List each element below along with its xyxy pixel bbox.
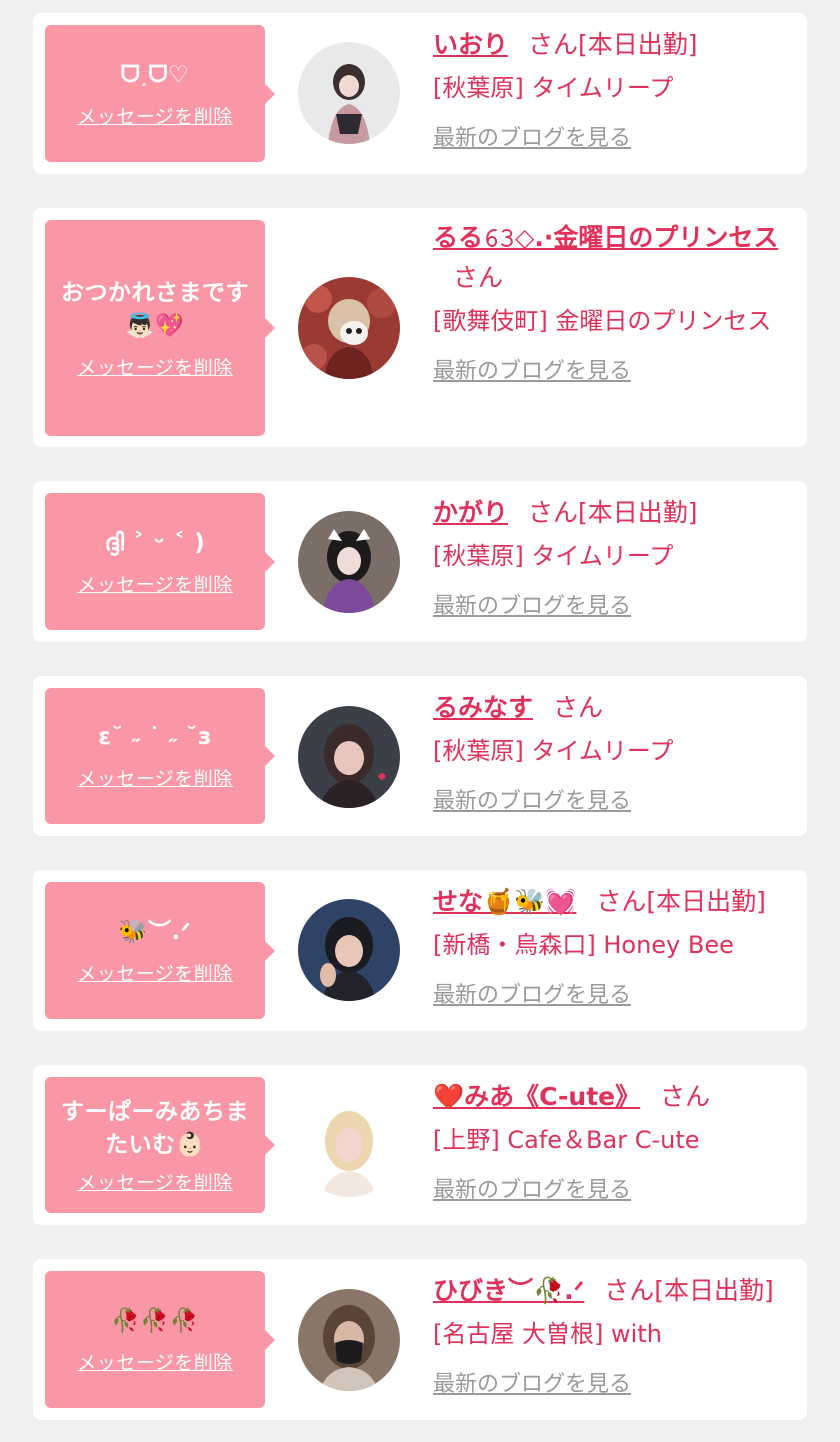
avatar[interactable] — [298, 899, 400, 1001]
message-text: ᗜ˰ᗜ♡ — [120, 61, 190, 88]
cast-name-link[interactable]: かがり — [433, 498, 508, 527]
message-card: ദ്ദി ˃ ᵕ ˂ ) メッセージを削除 かがり さん[本日出勤] [秋葉原] … — [33, 481, 807, 642]
latest-blog-link[interactable]: 最新のブログを見る — [433, 1366, 631, 1398]
message-text: おつかれさまです👼🏻💖 — [61, 279, 249, 339]
delete-message-link[interactable]: メッセージを削除 — [77, 102, 233, 129]
delete-message-link[interactable]: メッセージを削除 — [77, 353, 233, 380]
delete-message-link[interactable]: メッセージを削除 — [77, 1168, 233, 1195]
shop-name: [歌舞伎町] 金曜日のプリンセス — [433, 307, 772, 335]
latest-blog-link[interactable]: 最新のブログを見る — [433, 588, 631, 620]
latest-blog-link[interactable]: 最新のブログを見る — [433, 977, 631, 1009]
shop-name: [名古屋 大曽根] with — [433, 1320, 662, 1348]
honorific: さん — [596, 887, 647, 916]
message-bubble: 🥀🥀🥀 メッセージを削除 — [45, 1271, 275, 1408]
cast-info: るる𝟼𝟹◇.·金曜日のプリンセスさん [歌舞伎町] 金曜日のプリンセス 最新のブ… — [433, 218, 795, 385]
work-status: [本日出勤] — [646, 887, 766, 916]
honorific: さん — [453, 263, 504, 292]
work-status: [本日出勤] — [578, 30, 698, 59]
cast-info: ❤️みあ《C-ute》 さん [上野] Cafe＆Bar C-ute 最新のブログ… — [433, 1077, 795, 1204]
delete-message-link[interactable]: メッセージを削除 — [77, 1348, 233, 1375]
message-text: 🥀🥀🥀 — [111, 1307, 199, 1334]
message-bubble: 🐝︶.ᐟ メッセージを削除 — [45, 882, 275, 1019]
message-bubble: すーぱーみあちまたいむ👶🏻 メッセージを削除 — [45, 1077, 275, 1213]
work-status: [本日出勤] — [654, 1276, 774, 1305]
message-bubble: おつかれさまです👼🏻💖 メッセージを削除 — [45, 220, 275, 436]
message-text: 🐝︶.ᐟ — [118, 918, 192, 945]
honorific: さん — [604, 1276, 655, 1305]
avatar[interactable] — [298, 42, 400, 144]
shop-name: [秋葉原] タイムリープ — [433, 737, 674, 765]
delete-message-link[interactable]: メッセージを削除 — [77, 959, 233, 986]
avatar[interactable] — [298, 1289, 400, 1391]
honorific: さん — [528, 30, 579, 59]
avatar[interactable] — [298, 706, 400, 808]
shop-name: [新橋・烏森口] Honey Bee — [433, 931, 734, 959]
message-text: ε˘ ˶ ˙ ˶ ˘з — [98, 724, 212, 750]
cast-name-link[interactable]: るみなす — [433, 693, 533, 722]
message-text: すーぱーみあちまたいむ👶🏻 — [61, 1098, 249, 1158]
message-list: ᗜ˰ᗜ♡ メッセージを削除 いおり さん[本日出勤] [秋葉原] タイムリープ 最… — [0, 0, 840, 1442]
honorific: さん — [553, 693, 604, 722]
cast-info: いおり さん[本日出勤] [秋葉原] タイムリープ 最新のブログを見る — [433, 25, 795, 152]
cast-name-link[interactable]: るる𝟼𝟹◇.·金曜日のプリンセス — [433, 223, 778, 252]
latest-blog-link[interactable]: 最新のブログを見る — [433, 1172, 631, 1204]
delete-message-link[interactable]: メッセージを削除 — [77, 570, 233, 597]
message-card: ᗜ˰ᗜ♡ メッセージを削除 いおり さん[本日出勤] [秋葉原] タイムリープ 最… — [33, 13, 807, 174]
cast-name-link[interactable]: いおり — [433, 30, 508, 59]
message-card: 🐝︶.ᐟ メッセージを削除 せな🍯🐝💓 さん[本日出勤] [新橋・烏森口] Hon… — [33, 870, 807, 1031]
work-status: [本日出勤] — [578, 498, 698, 527]
shop-name: [秋葉原] タイムリープ — [433, 542, 674, 570]
shop-name: [上野] Cafe＆Bar C-ute — [433, 1126, 700, 1154]
cast-info: かがり さん[本日出勤] [秋葉原] タイムリープ 最新のブログを見る — [433, 493, 795, 620]
message-text: ദ്ദി ˃ ᵕ ˂ ) — [104, 529, 206, 556]
avatar[interactable] — [298, 511, 400, 613]
cast-name-link[interactable]: ❤️みあ《C-ute》 — [433, 1082, 640, 1111]
message-bubble: ᗜ˰ᗜ♡ メッセージを削除 — [45, 25, 275, 162]
message-bubble: ദ്ദി ˃ ᵕ ˂ ) メッセージを削除 — [45, 493, 275, 630]
latest-blog-link[interactable]: 最新のブログを見る — [433, 353, 631, 385]
avatar[interactable] — [298, 1095, 400, 1197]
honorific: さん — [528, 498, 579, 527]
message-card: おつかれさまです👼🏻💖 メッセージを削除 るる𝟼𝟹◇.·金曜日のプリンセスさん … — [33, 208, 807, 447]
honorific: さん — [660, 1082, 711, 1111]
latest-blog-link[interactable]: 最新のブログを見る — [433, 120, 631, 152]
cast-info: ひびき︶🥀.ᐟ さん[本日出勤] [名古屋 大曽根] with 最新のブログを見る — [433, 1271, 795, 1398]
message-bubble: ε˘ ˶ ˙ ˶ ˘з メッセージを削除 — [45, 688, 275, 824]
avatar[interactable] — [298, 277, 400, 379]
latest-blog-link[interactable]: 最新のブログを見る — [433, 783, 631, 815]
cast-name-link[interactable]: ひびき︶🥀.ᐟ — [433, 1276, 584, 1305]
delete-message-link[interactable]: メッセージを削除 — [77, 764, 233, 791]
cast-info: せな🍯🐝💓 さん[本日出勤] [新橋・烏森口] Honey Bee 最新のブログを… — [433, 882, 795, 1009]
cast-name-link[interactable]: せな🍯🐝💓 — [433, 887, 576, 916]
message-card: ε˘ ˶ ˙ ˶ ˘з メッセージを削除 るみなす さん [秋葉原] タイムリープ… — [33, 676, 807, 836]
message-card: すーぱーみあちまたいむ👶🏻 メッセージを削除 ❤️みあ《C-ute》 さん [上野… — [33, 1065, 807, 1225]
message-card: 🥀🥀🥀 メッセージを削除 ひびき︶🥀.ᐟ さん[本日出勤] [名古屋 大曽根] w… — [33, 1259, 807, 1420]
shop-name: [秋葉原] タイムリープ — [433, 74, 674, 102]
cast-info: るみなす さん [秋葉原] タイムリープ 最新のブログを見る — [433, 688, 795, 815]
